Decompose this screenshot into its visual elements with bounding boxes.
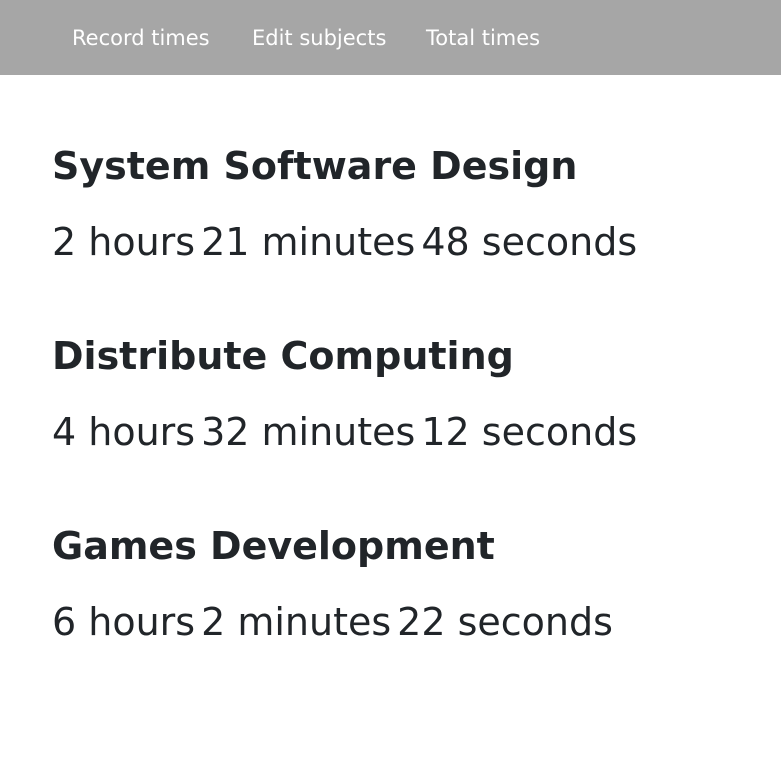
subject-name: Games Development [52, 524, 495, 568]
seconds-value: 22 seconds [397, 600, 613, 644]
subject-card: Games Development 6 hours 2 minutes 22 sec… [52, 522, 619, 646]
subject-total-time: 2 hours 21 minutes 48 seconds [52, 218, 643, 266]
minutes-value: 2 minutes [201, 600, 392, 644]
hours-value: 6 hours [52, 600, 196, 644]
hours-value: 4 hours [52, 410, 196, 454]
navbar: Record times Edit subjects Total times [0, 0, 781, 75]
subject-total-time: 4 hours 32 minutes 12 seconds [52, 408, 643, 456]
minutes-value: 21 minutes [201, 220, 416, 264]
subject-name: Distribute Computing [52, 334, 514, 378]
subject-name: System Software Design [52, 144, 578, 188]
seconds-value: 48 seconds [421, 220, 638, 264]
subject-card: System Software Design 2 hours 21 minutes… [52, 142, 643, 266]
nav-record-times-link[interactable]: Record times [72, 24, 210, 52]
hours-value: 2 hours [52, 220, 196, 264]
subject-card: Distribute Computing 4 hours 32 minutes 12… [52, 332, 643, 456]
nav-total-times-link[interactable]: Total times [426, 24, 540, 52]
subject-total-time: 6 hours 2 minutes 22 seconds [52, 598, 619, 646]
seconds-value: 12 seconds [421, 410, 638, 454]
nav-edit-subjects-link[interactable]: Edit subjects [252, 24, 386, 52]
minutes-value: 32 minutes [201, 410, 416, 454]
